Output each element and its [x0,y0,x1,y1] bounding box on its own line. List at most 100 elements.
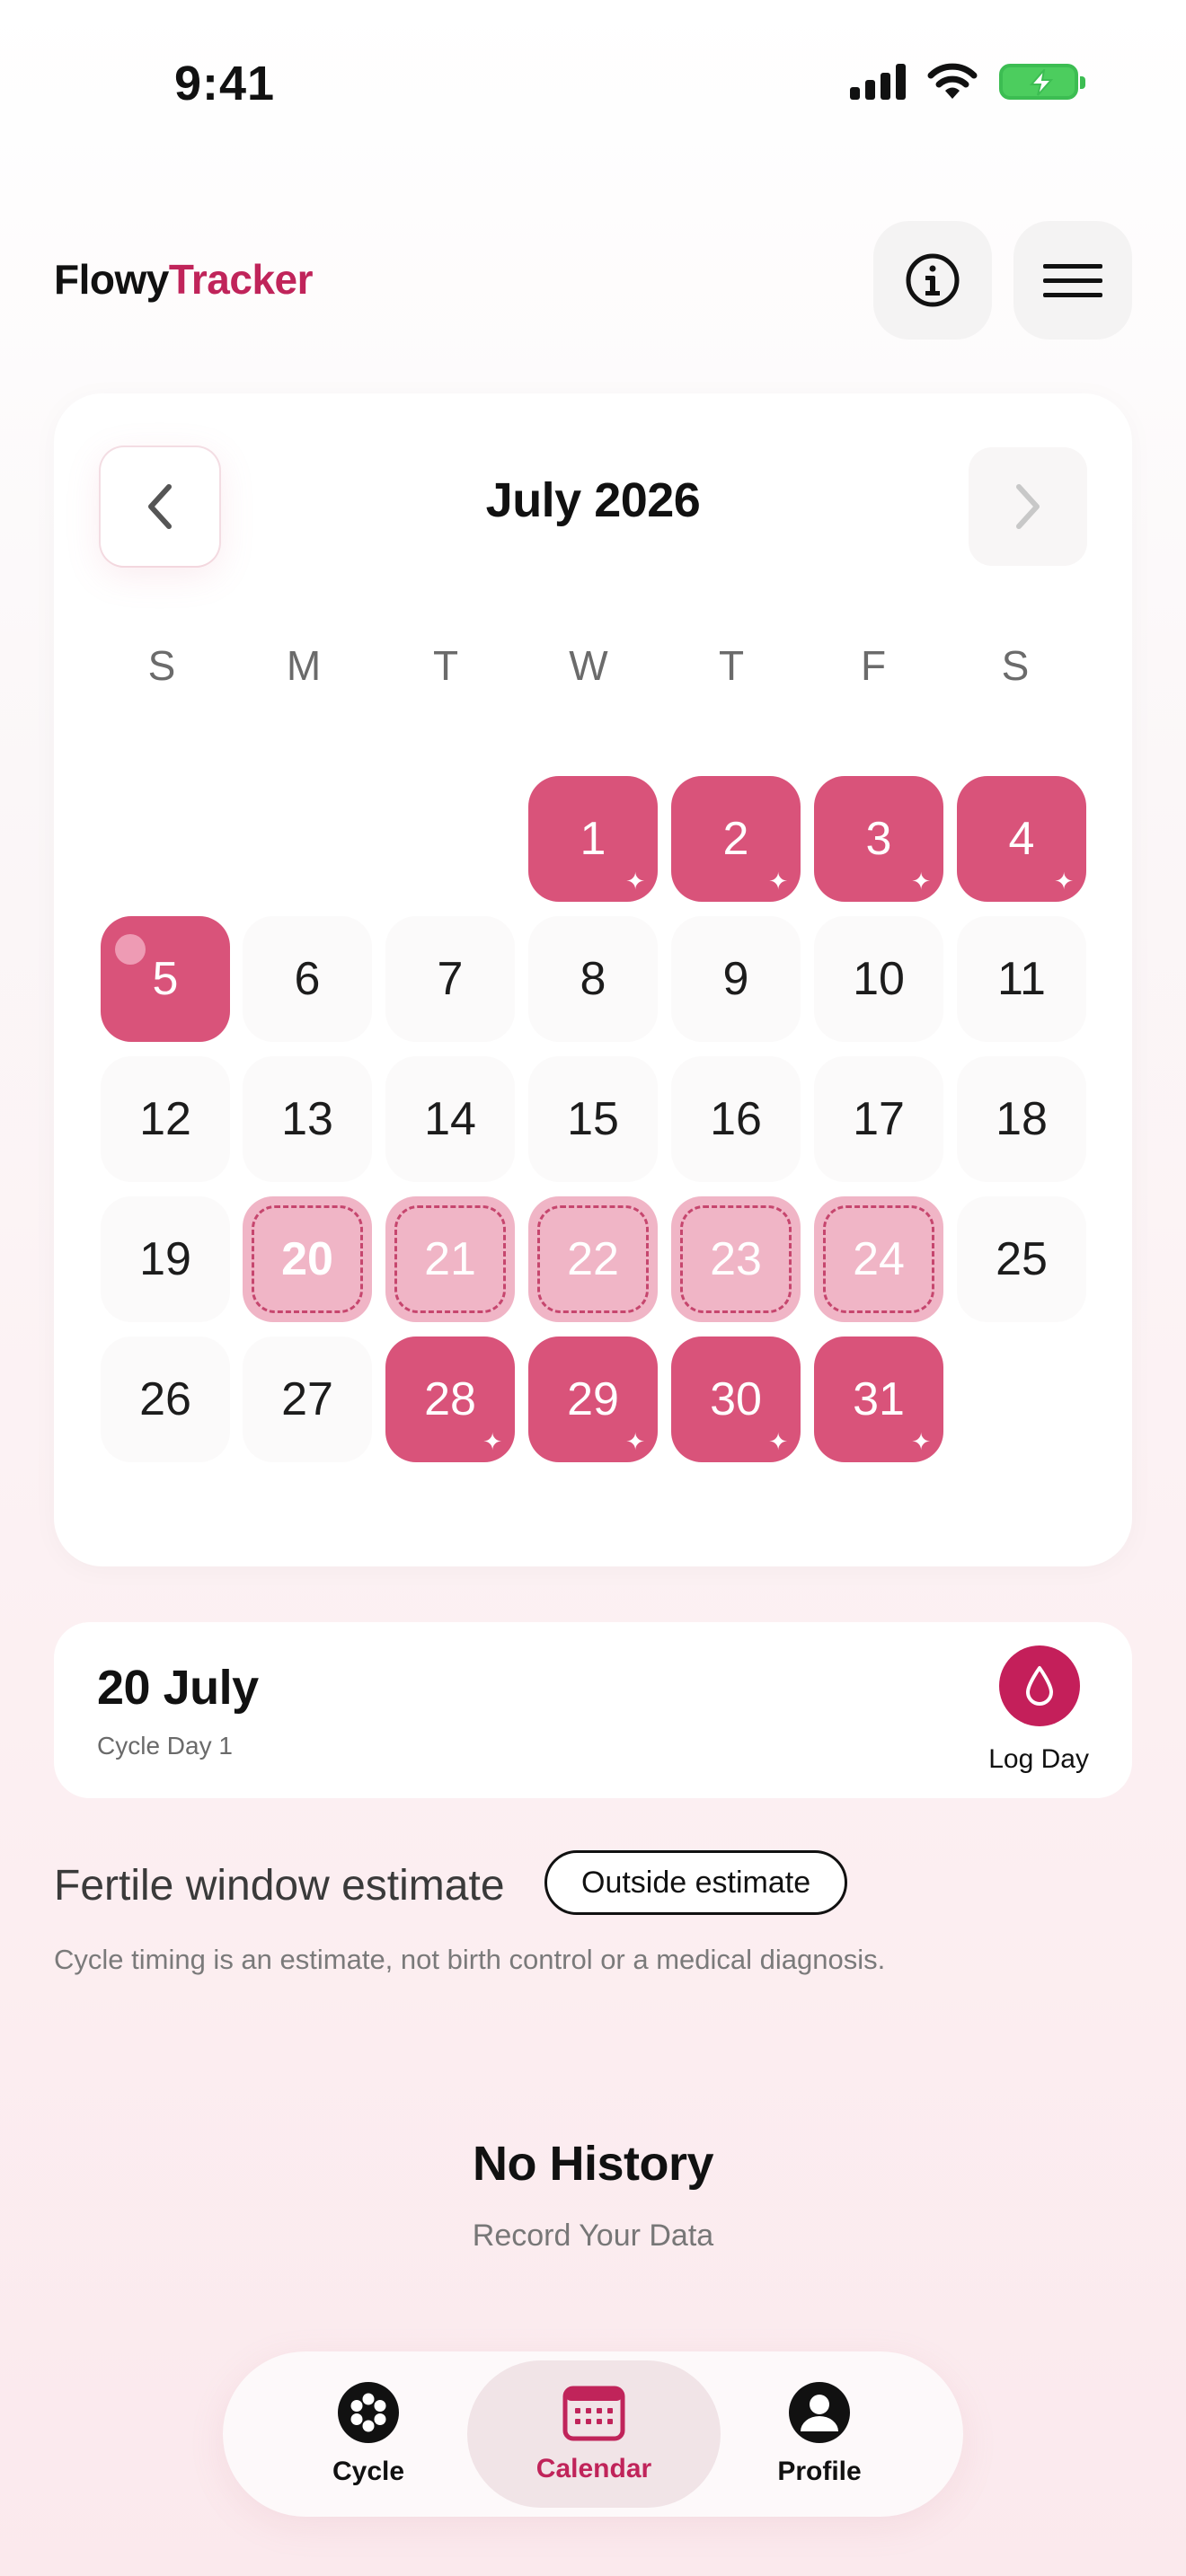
day-number: 23 [710,1233,762,1285]
calendar-day-10[interactable]: 10 [814,916,943,1042]
day-number: 15 [567,1093,619,1145]
sparkle-icon: ✦ [625,868,645,895]
sparkle-icon: ✦ [911,868,931,895]
day-number: 30 [710,1373,762,1425]
day-number: 5 [152,953,179,1005]
calendar-day-19[interactable]: 19 [101,1196,230,1322]
tab-profile-label: Profile [777,2457,862,2486]
tab-cycle-label: Cycle [332,2457,405,2486]
weekday-fri: F [860,642,887,689]
tab-cycle[interactable]: Cycle [288,2360,449,2508]
day-number: 6 [294,953,321,1005]
calendar-day-1[interactable]: 1 ✦ [528,776,658,902]
hamburger-menu-icon [1043,264,1102,297]
calendar-day-27[interactable]: 27 [243,1337,372,1462]
calendar-day-16[interactable]: 16 [671,1056,801,1182]
day-number: 17 [853,1093,905,1145]
selected-date: 20 July [97,1661,259,1715]
sparkle-icon: ✦ [768,868,788,895]
bottom-tab-bar: Cycle Calendar Profile [223,2351,963,2517]
calendar-day-17[interactable]: 17 [814,1056,943,1182]
calendar-day-7[interactable]: 7 [385,916,515,1042]
tab-calendar-label: Calendar [535,2454,652,2483]
calendar-day-25[interactable]: 25 [957,1196,1086,1322]
day-number: 24 [853,1233,905,1285]
calendar-icon [562,2386,625,2441]
fertile-window-label: Fertile window estimate [54,1862,505,1910]
calendar-day-11[interactable]: 11 [957,916,1086,1042]
weekday-thu: T [718,642,745,689]
calendar-day-29[interactable]: 29 ✦ [528,1337,658,1462]
sparkle-icon: ✦ [768,1428,788,1455]
calendar-day-2[interactable]: 2 ✦ [671,776,801,902]
day-number: 8 [580,953,606,1005]
next-month-button[interactable] [969,447,1087,566]
calendar-day-14[interactable]: 14 [385,1056,515,1182]
day-number: 10 [853,953,905,1005]
status-icons [850,63,1085,101]
day-number: 22 [567,1233,619,1285]
day-number: 26 [139,1373,191,1425]
calendar-day-22[interactable]: 22 [528,1196,658,1322]
cycle-day-label: Cycle Day 1 [97,1732,233,1760]
day-number: 31 [853,1373,905,1425]
selected-day-card: 20 July Cycle Day 1 Log Day [54,1622,1132,1798]
status-time: 9:41 [174,57,276,110]
day-number: 18 [996,1093,1048,1145]
tab-calendar[interactable]: Calendar [467,2360,721,2508]
calendar-day-6[interactable]: 6 [243,916,372,1042]
day-number: 21 [424,1233,476,1285]
calendar-day-13[interactable]: 13 [243,1056,372,1182]
calendar-day-21[interactable]: 21 [385,1196,515,1322]
tab-profile[interactable]: Profile [739,2360,900,2508]
sparkle-icon: ✦ [482,1428,502,1455]
calendar-day-9[interactable]: 9 [671,916,801,1042]
log-day-label[interactable]: Log Day [988,1744,1089,1775]
wifi-icon [927,63,978,99]
disclaimer-text: Cycle timing is an estimate, not birth c… [54,1944,886,1975]
day-number: 13 [281,1093,333,1145]
calendar-day-15[interactable]: 15 [528,1056,658,1182]
calendar-day-12[interactable]: 12 [101,1056,230,1182]
day-number: 25 [996,1233,1048,1285]
weekday-sun: S [147,642,176,689]
calendar-day-3[interactable]: 3 ✦ [814,776,943,902]
calendar-day-20[interactable]: 20 [243,1196,372,1322]
calendar-day-23[interactable]: 23 [671,1196,801,1322]
calendar-day-8[interactable]: 8 [528,916,658,1042]
calendar-day-4[interactable]: 4 ✦ [957,776,1086,902]
fertile-status-badge: Outside estimate [544,1850,848,1915]
drop-icon [1026,1666,1053,1706]
calendar-day-24[interactable]: 24 [814,1196,943,1322]
day-number: 29 [567,1373,619,1425]
weekday-sat: S [1001,642,1030,689]
brand-part-2: Tracker [168,256,314,303]
day-number: 9 [722,953,749,1005]
info-button[interactable] [873,221,992,340]
day-number: 19 [139,1233,191,1285]
day-number: 27 [281,1373,333,1425]
empty-history-title: No History [472,2137,714,2191]
day-number: 20 [281,1233,333,1285]
cellular-signal-icon [850,64,906,100]
calendar-day-5[interactable]: 5 [101,916,230,1042]
calendar-day-18[interactable]: 18 [957,1056,1086,1182]
calendar-day-31[interactable]: 31 ✦ [814,1337,943,1462]
weekday-wed: W [569,642,608,689]
day-number: 7 [437,953,464,1005]
cycle-icon [338,2382,399,2443]
weekday-tue: T [432,642,459,689]
day-number: 16 [710,1093,762,1145]
battery-charging-icon [999,64,1085,100]
info-icon [906,253,960,307]
calendar-day-30[interactable]: 30 ✦ [671,1337,801,1462]
log-day-button[interactable] [999,1645,1080,1726]
day-number: 14 [424,1093,476,1145]
day-number: 28 [424,1373,476,1425]
app-logo: FlowyTracker [54,255,314,304]
calendar-day-28[interactable]: 28 ✦ [385,1337,515,1462]
menu-button[interactable] [1013,221,1132,340]
today-indicator [115,934,146,965]
day-number: 3 [865,813,892,865]
calendar-day-26[interactable]: 26 [101,1337,230,1462]
